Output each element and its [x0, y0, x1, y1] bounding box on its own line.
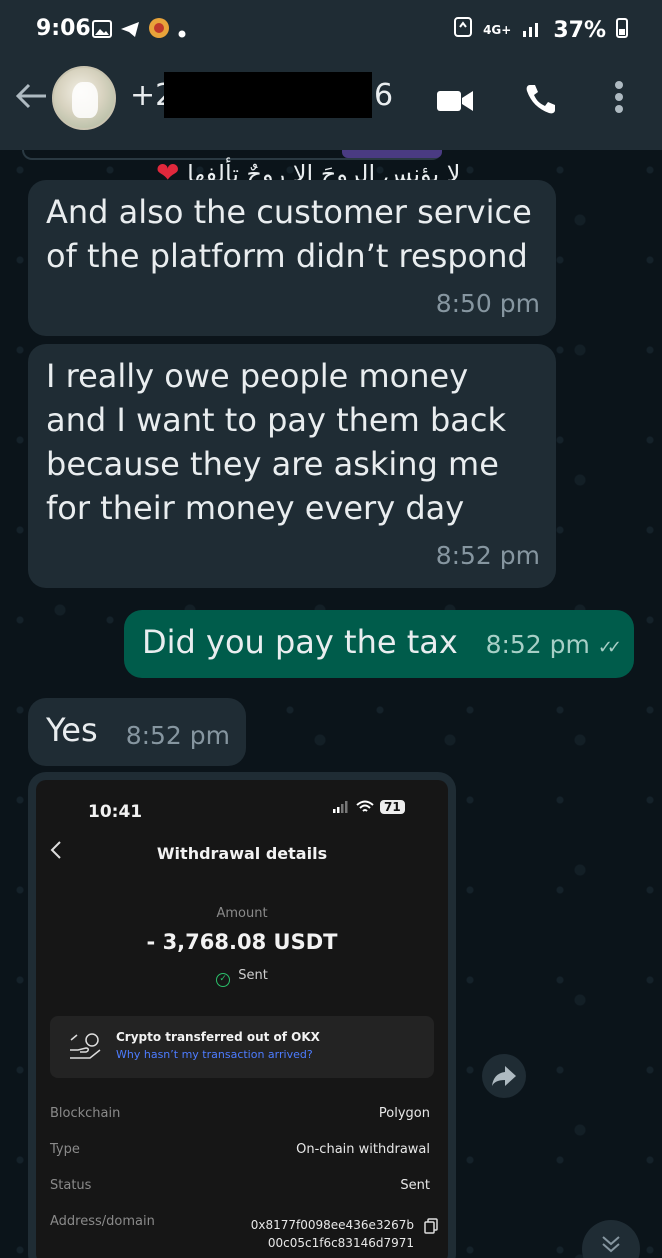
screenshot-status-icons: 71	[332, 800, 405, 814]
detail-value: Polygon	[378, 1106, 430, 1121]
message-time: 8:52 pm ✓✓	[485, 623, 622, 670]
address-line-1: 0x8177f0098ee436e3267b	[250, 1218, 414, 1232]
recycle-icon	[453, 16, 473, 44]
image-message[interactable]: 10:41 71 Withdrawal details Amount - 3,7…	[28, 772, 456, 1258]
screenshot-title: Withdrawal details	[156, 844, 328, 863]
message-time: 8:50 pm	[435, 289, 540, 318]
more-options-icon[interactable]	[614, 80, 624, 118]
message-time-text: 8:52 pm	[485, 630, 590, 659]
card-title: Crypto transferred out of OKX	[116, 1030, 320, 1044]
message-text: Yes	[46, 711, 98, 749]
notification-icons	[92, 17, 186, 45]
detail-key: Type	[50, 1142, 80, 1157]
address-value: 0x8177f0098ee436e3267b 00c05c1f6c83146d7…	[174, 1216, 414, 1252]
detail-key: Status	[50, 1178, 92, 1193]
message-bubble[interactable]: I really owe people money and I want to …	[28, 344, 556, 588]
screenshot-battery: 71	[380, 800, 405, 814]
detail-row: Status Sent	[50, 1178, 434, 1198]
copy-icon	[424, 1218, 438, 1238]
dot-icon	[178, 19, 186, 44]
status-time: 9:06	[36, 16, 91, 41]
status-bar: 9:06 4G+ 37%	[0, 0, 662, 58]
signal-icon	[521, 18, 543, 43]
message-bubble[interactable]: Yes 8:52 pm	[28, 698, 246, 766]
read-receipt-icon: ✓✓	[597, 637, 622, 658]
detail-value: On-chain withdrawal	[296, 1142, 430, 1157]
detail-row: Blockchain Polygon	[50, 1106, 434, 1126]
amount-value: - 3,768.08 USDT	[146, 930, 338, 954]
battery-percent: 37%	[553, 17, 606, 43]
telegram-icon	[120, 19, 140, 44]
avatar[interactable]	[52, 66, 116, 130]
battery-icon	[616, 16, 628, 44]
chat-area[interactable]: لا يؤنس الروحَ إلا روحٌ تألفها ❤ And als…	[0, 150, 662, 1258]
signal-icon	[333, 801, 348, 813]
chat-header: +2 6	[0, 58, 662, 150]
forward-icon[interactable]	[482, 1054, 526, 1098]
message-text: And also the customer service of the pla…	[46, 193, 532, 275]
transfer-info-card: Crypto transferred out of OKX Why hasn’t…	[50, 1016, 434, 1078]
back-arrow-icon[interactable]	[14, 80, 48, 120]
detail-value: Sent	[400, 1178, 430, 1193]
wifi-icon	[356, 800, 374, 812]
contact-name-suffix: 6	[374, 78, 394, 113]
shared-screenshot[interactable]: 10:41 71 Withdrawal details Amount - 3,7…	[36, 780, 448, 1258]
sent-status-text: Sent	[238, 968, 268, 983]
message-time: 8:52 pm	[435, 541, 540, 570]
card-link: Why hasn’t my transaction arrived?	[116, 1048, 313, 1061]
check-circle-icon: ✓	[216, 973, 231, 987]
message-text: I really owe people money and I want to …	[46, 357, 506, 527]
message-text: Did you pay the tax	[142, 623, 458, 661]
network-type: 4G+	[483, 23, 512, 37]
screenshot-time: 10:41	[88, 802, 143, 822]
address-line-2: 00c05c1f6c83146d7971	[267, 1236, 414, 1250]
redaction-bar	[164, 72, 372, 118]
phone-call-icon[interactable]	[524, 82, 558, 120]
gallery-icon	[92, 19, 112, 44]
message-bubble-outgoing[interactable]: Did you pay the tax 8:52 pm ✓✓	[124, 610, 634, 678]
amount-label: Amount	[216, 906, 268, 921]
detail-row: Type On-chain withdrawal	[50, 1142, 434, 1162]
detail-key: Address/domain	[50, 1214, 155, 1229]
detail-key: Blockchain	[50, 1106, 121, 1121]
app-icon	[148, 17, 170, 45]
sent-status: ✓ Sent	[36, 968, 448, 987]
hand-coin-icon	[68, 1032, 102, 1066]
message-time: 8:52 pm	[125, 721, 230, 750]
video-call-icon[interactable]	[436, 88, 474, 118]
message-bubble[interactable]: And also the customer service of the pla…	[28, 180, 556, 336]
